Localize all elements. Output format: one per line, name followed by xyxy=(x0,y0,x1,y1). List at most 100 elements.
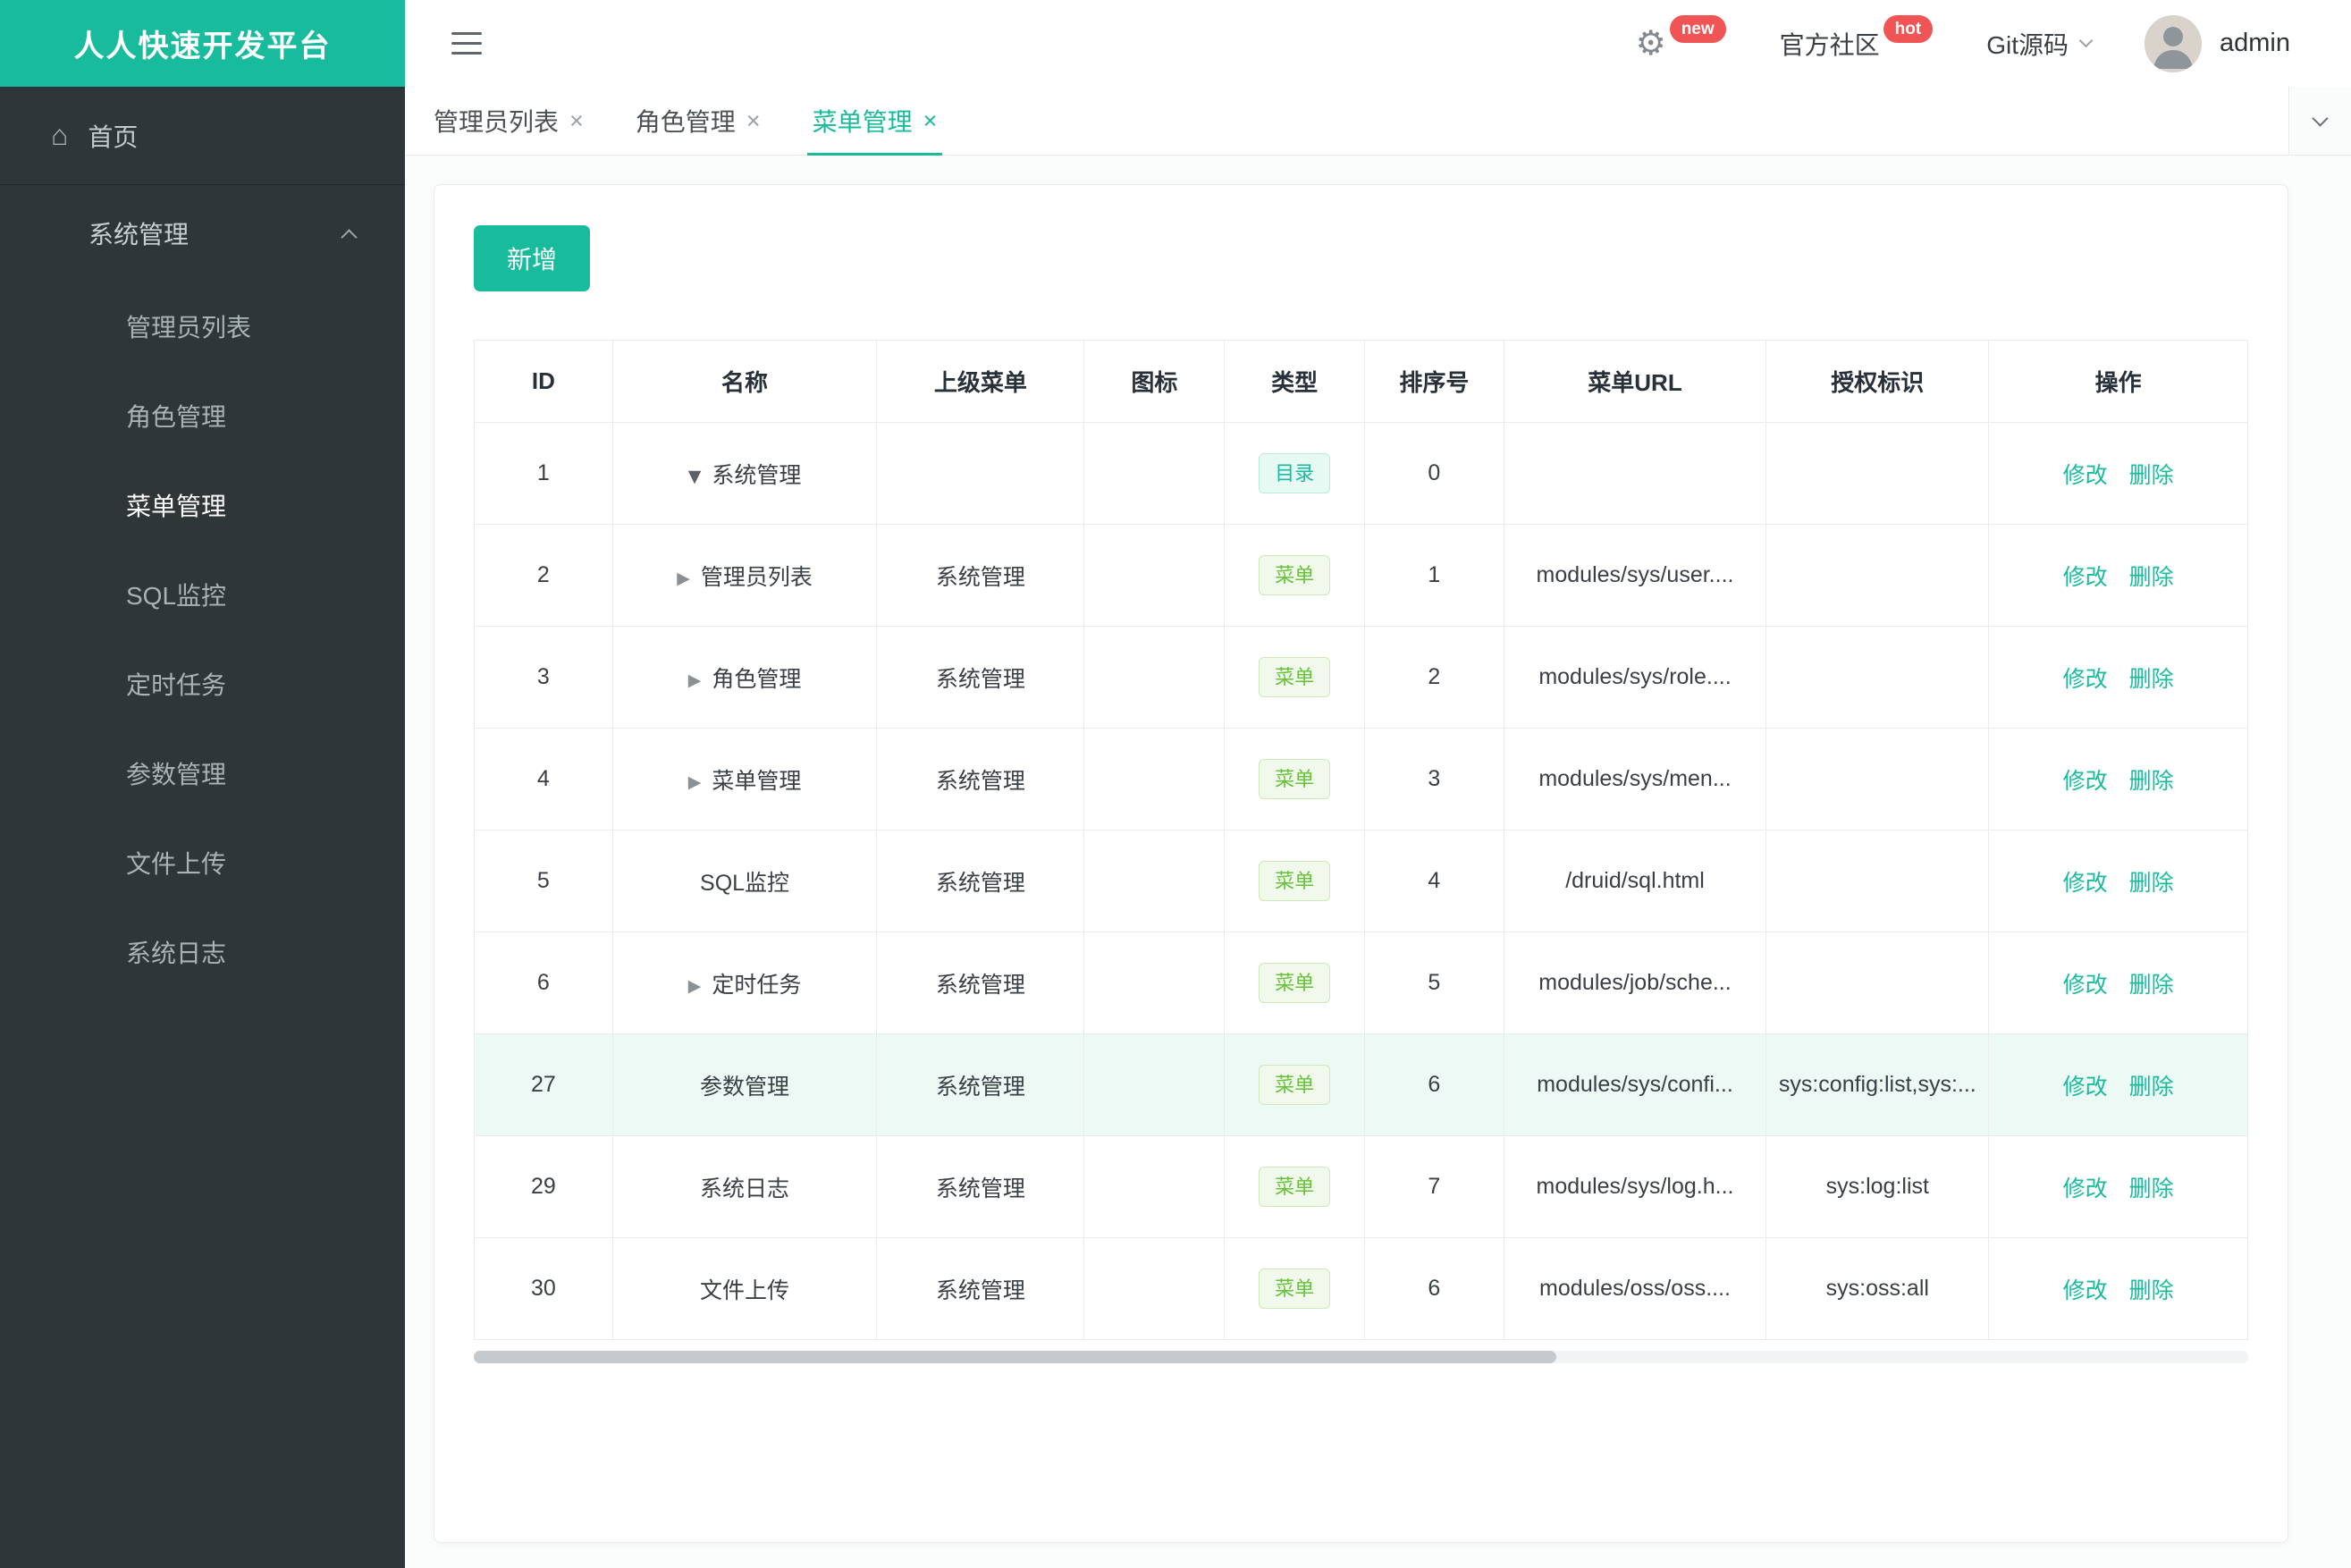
edit-link[interactable]: 修改 xyxy=(2063,871,2108,896)
caret-down-icon[interactable]: ▼ xyxy=(688,467,702,486)
sidebar: 人人快速开发平台 ⌂ 首页 系统管理 管理员列表 角色管理 菜单管理 SQL监控… xyxy=(0,0,405,1568)
username: admin xyxy=(2220,29,2290,57)
table-row[interactable]: 5 SQL监控 系统管理 菜单 4 /druid/sql.html 修改 删除 xyxy=(474,830,2248,932)
caret-right-icon[interactable]: ▶ xyxy=(688,976,702,996)
sidebar-item-admin-list[interactable]: 管理员列表 xyxy=(0,282,405,371)
tab-label: 角色管理 xyxy=(635,108,736,136)
table-row[interactable]: 1 ▼ 系统管理 目录 0 修改 删除 xyxy=(474,422,2248,525)
edit-link[interactable]: 修改 xyxy=(2063,1278,2108,1303)
sidebar-item-param-mgmt[interactable]: 参数管理 xyxy=(0,729,405,818)
cell-name: ▶ 定时任务 xyxy=(611,932,878,1034)
sidebar-section-system[interactable]: 系统管理 xyxy=(0,185,405,282)
content: 新增 ID 名称 上级菜单 图标 类型 排序号 菜单URL 授权标识 操作 1 … xyxy=(405,156,2351,1568)
cell-type: 目录 xyxy=(1224,422,1365,525)
cell-type: 菜单 xyxy=(1224,932,1365,1034)
delete-link[interactable]: 删除 xyxy=(2129,463,2174,488)
cell-ops: 修改 删除 xyxy=(1988,626,2248,729)
table-row[interactable]: 27 参数管理 系统管理 菜单 6 modules/sys/confi... s… xyxy=(474,1033,2248,1136)
table-row[interactable]: 29 系统日志 系统管理 菜单 7 modules/sys/log.h... s… xyxy=(474,1135,2248,1238)
col-type: 类型 xyxy=(1224,340,1365,423)
tabs-dropdown-button[interactable] xyxy=(2288,87,2351,155)
edit-link[interactable]: 修改 xyxy=(2063,667,2108,692)
cell-ops: 修改 删除 xyxy=(1988,1237,2248,1340)
col-perm: 授权标识 xyxy=(1765,340,1990,423)
edit-link[interactable]: 修改 xyxy=(2063,1075,2108,1100)
sidebar-item-home[interactable]: ⌂ 首页 xyxy=(0,87,405,185)
menu-table-wrap: ID 名称 上级菜单 图标 类型 排序号 菜单URL 授权标识 操作 1 ▼ 系… xyxy=(474,340,2248,1363)
cell-order: 1 xyxy=(1363,524,1504,627)
user-menu[interactable]: admin xyxy=(2145,14,2290,72)
table-row[interactable]: 4 ▶ 菜单管理 系统管理 菜单 3 modules/sys/men... 修改删… xyxy=(474,728,2248,830)
delete-link[interactable]: 删除 xyxy=(2129,871,2174,896)
table-row[interactable]: 2 ▶ 管理员列表 系统管理 菜单 1 modules/sys/user.... … xyxy=(474,524,2248,627)
sidebar-item-sql-monitor[interactable]: SQL监控 xyxy=(0,550,405,639)
table-row[interactable]: 6 ▶ 定时任务 系统管理 菜单 5 modules/job/sche... 修改… xyxy=(474,932,2248,1034)
cell-perm xyxy=(1765,830,1990,932)
cell-ops: 修改 删除 xyxy=(1988,728,2248,830)
cell-ops: 修改 删除 xyxy=(1988,932,2248,1034)
app-root: 人人快速开发平台 ⌂ 首页 系统管理 管理员列表 角色管理 菜单管理 SQL监控… xyxy=(0,0,2351,1568)
gear-icon: ⚙ xyxy=(1635,25,1666,63)
edit-link[interactable]: 修改 xyxy=(2063,769,2108,794)
sidebar-item-role-mgmt[interactable]: 角色管理 xyxy=(0,371,405,460)
delete-link[interactable]: 删除 xyxy=(2129,769,2174,794)
edit-link[interactable]: 修改 xyxy=(2063,565,2108,590)
cell-icon xyxy=(1083,830,1226,932)
cell-order: 6 xyxy=(1363,1033,1504,1136)
menu-table: ID 名称 上级菜单 图标 类型 排序号 菜单URL 授权标识 操作 1 ▼ 系… xyxy=(474,340,2248,1340)
scrollbar-thumb[interactable] xyxy=(474,1351,1556,1363)
tab-menu-mgmt[interactable]: 菜单管理 × xyxy=(806,87,943,156)
settings-button[interactable]: ⚙ new xyxy=(1635,15,1726,63)
chevron-up-icon xyxy=(341,229,358,246)
delete-link[interactable]: 删除 xyxy=(2129,1278,2174,1303)
sidebar-item-scheduled-tasks[interactable]: 定时任务 xyxy=(0,639,405,729)
cell-id: 1 xyxy=(474,422,613,525)
sidebar-item-system-log[interactable]: 系统日志 xyxy=(0,907,405,997)
cell-perm xyxy=(1765,932,1990,1034)
tab-close-icon[interactable]: × xyxy=(746,108,761,133)
delete-link[interactable]: 删除 xyxy=(2129,973,2174,998)
delete-link[interactable]: 删除 xyxy=(2129,667,2174,692)
cell-perm xyxy=(1765,728,1990,830)
tab-close-icon[interactable]: × xyxy=(569,108,584,133)
table-row[interactable]: 3 ▶ 角色管理 系统管理 菜单 2 modules/sys/role.... 修… xyxy=(474,626,2248,729)
cell-perm: sys:config:list,sys:... xyxy=(1765,1033,1990,1136)
caret-right-icon[interactable]: ▶ xyxy=(677,569,690,588)
cell-name: 系统日志 xyxy=(611,1135,878,1238)
cell-url: modules/sys/role.... xyxy=(1503,626,1767,729)
cell-id: 27 xyxy=(474,1033,613,1136)
avatar xyxy=(2145,14,2202,72)
menu-toggle-button[interactable] xyxy=(451,32,482,55)
tab-role-mgmt[interactable]: 角色管理 × xyxy=(636,87,761,155)
community-link[interactable]: 官方社区 hot xyxy=(1780,15,1934,62)
cell-url: modules/sys/log.h... xyxy=(1503,1135,1767,1238)
cell-name: 文件上传 xyxy=(611,1237,878,1340)
cell-icon xyxy=(1083,1135,1226,1238)
edit-link[interactable]: 修改 xyxy=(2063,463,2108,488)
type-badge: 菜单 xyxy=(1259,860,1331,902)
tab-admin-list[interactable]: 管理员列表 × xyxy=(434,87,584,155)
cell-ops: 修改 删除 xyxy=(1988,422,2248,525)
horizontal-scrollbar[interactable] xyxy=(474,1351,2248,1363)
delete-link[interactable]: 删除 xyxy=(2129,1075,2174,1100)
cell-type: 菜单 xyxy=(1224,830,1365,932)
delete-link[interactable]: 删除 xyxy=(2129,1176,2174,1201)
cell-icon xyxy=(1083,626,1226,729)
cell-parent: 系统管理 xyxy=(876,524,1085,627)
edit-link[interactable]: 修改 xyxy=(2063,1176,2108,1201)
cell-perm xyxy=(1765,524,1990,627)
sidebar-item-menu-mgmt[interactable]: 菜单管理 xyxy=(0,460,405,550)
sidebar-item-file-upload[interactable]: 文件上传 xyxy=(0,818,405,907)
cell-id: 3 xyxy=(474,626,613,729)
caret-right-icon[interactable]: ▶ xyxy=(688,670,702,690)
cell-name: ▶ 管理员列表 xyxy=(611,524,878,627)
add-button[interactable]: 新增 xyxy=(474,225,591,291)
tabbar: 管理员列表 × 角色管理 × 菜单管理 × xyxy=(405,87,2351,156)
table-row[interactable]: 30 文件上传 系统管理 菜单 6 modules/oss/oss.... sy… xyxy=(474,1237,2248,1340)
caret-right-icon[interactable]: ▶ xyxy=(688,772,702,792)
tab-close-icon[interactable]: × xyxy=(923,108,938,133)
delete-link[interactable]: 删除 xyxy=(2129,565,2174,590)
type-badge: 目录 xyxy=(1259,452,1331,494)
git-source-link[interactable]: Git源码 xyxy=(1986,26,2094,62)
edit-link[interactable]: 修改 xyxy=(2063,973,2108,998)
